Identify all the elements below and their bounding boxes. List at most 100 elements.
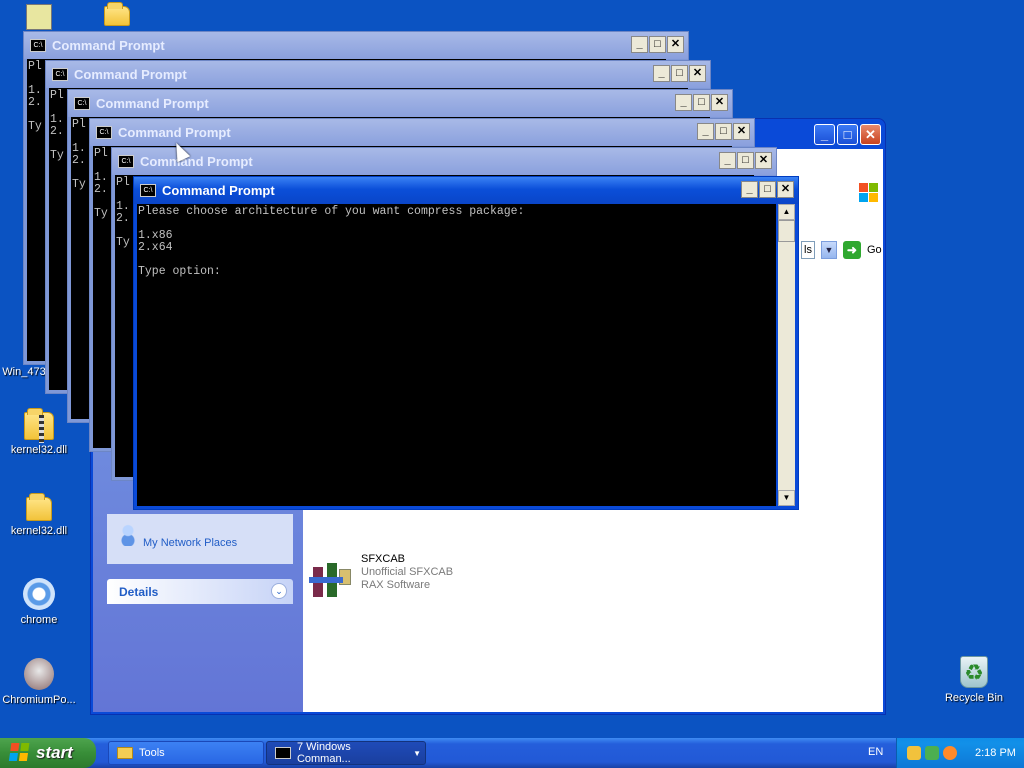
folder-icon (117, 747, 133, 759)
vertical-scrollbar[interactable]: ▲ ▼ (778, 204, 795, 506)
installer-icon (307, 561, 353, 601)
maximize-button[interactable]: □ (759, 181, 776, 198)
desktop-icon-label: kernel32.dll (10, 525, 68, 537)
minimize-button[interactable]: _ (814, 124, 835, 145)
desktop-icon-top-1[interactable] (0, 4, 78, 34)
language-indicator[interactable]: EN (868, 746, 883, 758)
title-bar[interactable]: C:\ Command Prompt _ □ ✕ (68, 90, 732, 117)
desktop-icon-label: ChromiumPo... (2, 694, 76, 706)
desktop-icon-win[interactable]: Win_473 (0, 366, 48, 378)
network-places-icon (119, 524, 137, 546)
console-icon (275, 747, 291, 759)
minimize-button[interactable]: _ (719, 152, 736, 169)
desktop-icon-chrome[interactable]: chrome (0, 578, 78, 626)
address-dropdown-button[interactable]: ▼ (820, 241, 837, 259)
window-title: Command Prompt (118, 125, 231, 140)
desktop-icon-label: chrome (20, 614, 58, 626)
network-places-label: My Network Places (143, 537, 238, 549)
explorer-window-buttons: _ □ ✕ (814, 124, 881, 145)
window-buttons: _ □ ✕ (653, 65, 706, 82)
console-icon: C:\ (74, 97, 90, 110)
window-buttons: _ □ ✕ (719, 152, 772, 169)
console-line: Type option: (138, 265, 221, 278)
start-label: start (36, 743, 73, 762)
console-line: Please choose architecture of you want c… (138, 205, 525, 218)
desktop-icon-label: kernel32.dll (10, 444, 68, 456)
close-button[interactable]: ✕ (667, 36, 684, 53)
chromium-portable-icon (24, 658, 54, 690)
desktop-icon-label: Recycle Bin (944, 692, 1004, 704)
console-icon: C:\ (118, 155, 134, 168)
details-panel-header[interactable]: Details ⌄ (107, 579, 293, 604)
window-buttons: _ □ ✕ (675, 94, 728, 111)
maximize-button[interactable]: □ (737, 152, 754, 169)
windows-logo-icon (855, 179, 881, 205)
desktop-icon-chromium-portable[interactable]: ChromiumPo... (0, 658, 78, 706)
minimize-button[interactable]: _ (675, 94, 692, 111)
folder-icon (104, 2, 130, 26)
close-button[interactable]: ✕ (733, 123, 750, 140)
close-button[interactable]: ✕ (711, 94, 728, 111)
file-name: SFXCAB (361, 553, 406, 565)
maximize-button[interactable]: □ (649, 36, 666, 53)
desktop-icon-label: Win_473 (2, 366, 46, 378)
maximize-button[interactable]: □ (715, 123, 732, 140)
console-icon: C:\ (96, 126, 112, 139)
minimize-button[interactable]: _ (741, 181, 758, 198)
desktop-icon-top-2[interactable] (78, 2, 156, 30)
chevron-down-icon[interactable]: ⌄ (271, 583, 287, 599)
system-tray: 2:18 PM (896, 738, 1024, 768)
taskbar-button-tools[interactable]: Tools (108, 741, 264, 765)
maximize-button[interactable]: □ (837, 124, 858, 145)
console-window-active[interactable]: C:\ Command Prompt _ □ ✕ Please choose arch… (133, 176, 799, 510)
control-panel-icon (26, 4, 52, 30)
title-bar[interactable]: C:\ Command Prompt _ □ ✕ (46, 61, 710, 88)
title-bar[interactable]: C:\ Command Prompt _ □ ✕ (90, 119, 754, 146)
close-button[interactable]: ✕ (755, 152, 772, 169)
close-button[interactable]: ✕ (860, 124, 881, 145)
recycle-bin-icon (960, 656, 988, 688)
window-title: Command Prompt (74, 67, 187, 82)
title-bar[interactable]: C:\ Command Prompt _ □ ✕ (134, 177, 798, 204)
close-button[interactable]: ✕ (777, 181, 794, 198)
console-line: 1.x86 (138, 229, 173, 242)
close-button[interactable]: ✕ (689, 65, 706, 82)
file-item-text: SFXCAB Unofficial SFXCAB RAX Software (361, 553, 453, 592)
folder-icon (26, 493, 52, 521)
minimize-button[interactable]: _ (631, 36, 648, 53)
maximize-button[interactable]: □ (671, 65, 688, 82)
chevron-down-icon: ▼ (413, 748, 421, 758)
windows-flag-icon (8, 743, 32, 763)
go-button[interactable]: Go (867, 244, 882, 256)
console-icon: C:\ (52, 68, 68, 81)
clock: 2:18 PM (975, 747, 1016, 759)
minimize-button[interactable]: _ (653, 65, 670, 82)
scroll-up-button[interactable]: ▲ (778, 204, 795, 220)
console-output[interactable]: Please choose architecture of you want c… (137, 204, 776, 506)
console-icon: C:\ (30, 39, 46, 52)
taskbar-button-command-group[interactable]: 7 Windows Comman... ▼ (266, 741, 426, 765)
scroll-thumb[interactable] (778, 220, 795, 242)
security-shield-icon[interactable] (907, 746, 921, 760)
address-input[interactable]: ls (801, 241, 815, 259)
start-button[interactable]: start (0, 738, 96, 768)
file-item-sfxcab[interactable]: SFXCAB Unofficial SFXCAB RAX Software (307, 553, 453, 601)
window-title: Command Prompt (162, 183, 275, 198)
window-buttons: _ □ ✕ (741, 181, 794, 198)
window-title: Command Prompt (140, 154, 253, 169)
network-places-link[interactable]: My Network Places (107, 514, 293, 564)
desktop-icon-kernel32-folder[interactable]: kernel32.dll (0, 493, 78, 537)
go-arrow-icon[interactable]: ➜ (842, 241, 861, 259)
search-icon[interactable] (943, 746, 957, 760)
scroll-down-button[interactable]: ▼ (778, 490, 795, 506)
title-bar[interactable]: C:\ Command Prompt _ □ ✕ (112, 148, 776, 175)
window-title: Command Prompt (52, 38, 165, 53)
network-icon[interactable] (925, 746, 939, 760)
maximize-button[interactable]: □ (693, 94, 710, 111)
console-line: 2.x64 (138, 241, 173, 254)
title-bar[interactable]: C:\ Command Prompt _ □ ✕ (24, 32, 688, 59)
taskbar: start Tools 7 Windows Comman... ▼ EN 2:1… (0, 738, 1024, 768)
file-company: RAX Software (361, 579, 431, 591)
minimize-button[interactable]: _ (697, 123, 714, 140)
desktop-icon-recycle-bin[interactable]: Recycle Bin (935, 656, 1013, 704)
